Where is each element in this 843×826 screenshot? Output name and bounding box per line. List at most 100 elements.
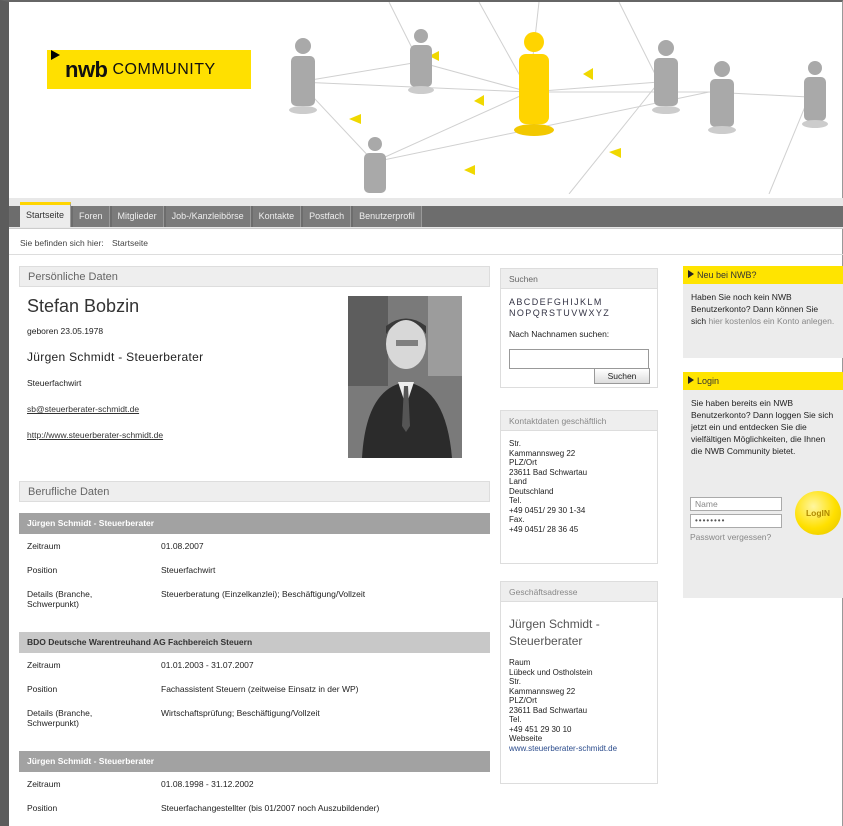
job-entry-row: Position Steuerfachangestellter (bis 01/2…: [19, 796, 490, 820]
new-user-box: Neu bei NWB? Haben Sie noch kein NWB Ben…: [683, 266, 843, 358]
contact-line: 23611 Bad Schwartau: [509, 467, 588, 477]
job-field-value: Fachassistent Steuern (zeitweise Einsatz…: [161, 684, 359, 694]
portrait-image: [348, 296, 462, 458]
job-entry-row: Details (Branche, Schwerpunkt) Steuerbera…: [19, 582, 490, 620]
job-field-label: Position: [27, 565, 58, 575]
contact-line: PLZ/Ort: [509, 458, 538, 467]
login-heading: Login: [683, 372, 843, 390]
contact-line: Fax.: [509, 515, 525, 524]
site-header: nwb COMMUNITY: [9, 2, 842, 194]
business-website-link[interactable]: www.steuerberater-schmidt.de: [509, 744, 617, 753]
job-field-label: Zeitraum: [27, 779, 61, 789]
logo-community-text: COMMUNITY: [112, 60, 216, 78]
address-line: +49 451 29 30 10: [509, 724, 572, 734]
job-field-value: Steuerberatung (Einzelkanzlei); Beschäft…: [161, 589, 366, 599]
nwb-logo[interactable]: nwb COMMUNITY: [47, 50, 251, 89]
job-field-label: Details (Branche, Schwerpunkt): [27, 708, 93, 728]
address-line: Str.: [509, 677, 522, 686]
contact-line: +49 0451/ 29 30 1-34: [509, 505, 586, 515]
address-line: Raum: [509, 658, 531, 667]
profile-photo: [348, 296, 462, 458]
surname-search-label: Nach Nachnamen suchen:: [509, 329, 610, 339]
email-link[interactable]: sb@steuerberater-schmidt.de: [27, 404, 139, 414]
job-field-label: Zeitraum: [27, 541, 61, 551]
professional-data-heading: Berufliche Daten: [19, 481, 490, 502]
job-entries: Jürgen Schmidt - Steuerberater Zeitraum 01…: [19, 513, 490, 820]
contact-line: Tel.: [509, 496, 522, 505]
contact-line: Land: [509, 477, 527, 486]
job-title: Steuerfachwirt: [27, 378, 82, 388]
forgot-password-link[interactable]: Passwort vergessen?: [690, 532, 771, 542]
address-line: PLZ/Ort: [509, 696, 538, 705]
job-entry-row: Zeitraum 01.08.1998 - 31.12.2002: [19, 772, 490, 796]
address-line: Tel.: [509, 715, 522, 724]
new-user-heading: Neu bei NWB?: [683, 266, 843, 284]
business-address-panel: Geschäftsadresse Jürgen Schmidt - Steuer…: [500, 581, 658, 784]
alphabet-index[interactable]: ABCDEFGHIJKLM NOPQRSTUVWXYZ: [501, 289, 657, 319]
business-address-details: Raum Lübeck und Ostholstein Str. Kammannswe…: [509, 658, 649, 744]
address-line: 23611 Bad Schwartau: [509, 705, 588, 715]
profile-name: Stefan Bobzin: [27, 296, 140, 316]
job-entry-heading: Jürgen Schmidt - Steuerberater: [19, 513, 490, 534]
professional-data-panel: Berufliche Daten Jürgen Schmidt - Steuer…: [19, 481, 490, 826]
search-heading: Suchen: [501, 269, 657, 289]
job-field-value: 01.08.2007: [161, 541, 204, 551]
business-contact-panel: Kontaktdaten geschäftlich Str. Kammannswe…: [500, 410, 658, 564]
alphabet-row-2[interactable]: NOPQRSTUVWXYZ: [509, 308, 657, 319]
job-entry-heading: Jürgen Schmidt - Steuerberater: [19, 751, 490, 772]
job-field-label: Zeitraum: [27, 660, 61, 670]
website-link[interactable]: http://www.steuerberater-schmidt.de: [27, 430, 163, 440]
company-name: Jürgen Schmidt - Steuerberater: [27, 350, 204, 364]
surname-search-input[interactable]: [509, 349, 649, 369]
alphabet-row-1[interactable]: ABCDEFGHIJKLM: [509, 297, 657, 308]
job-entry-row: Zeitraum 01.01.2003 - 31.07.2007: [19, 653, 490, 677]
job-entry-row: Details (Branche, Schwerpunkt) Wirtschaft…: [19, 701, 490, 739]
tab-foren[interactable]: Foren: [73, 206, 110, 227]
nav-tabs: Startseite Foren Mitglieder Job-/Kanzleibör…: [20, 202, 422, 227]
tab-kontakte[interactable]: Kontakte: [252, 206, 302, 227]
personal-data-heading: Persönliche Daten: [19, 266, 490, 287]
job-field-label: Details (Branche, Schwerpunkt): [27, 589, 93, 609]
address-line: Webseite: [509, 734, 543, 743]
address-line: Lübeck und Ostholstein: [509, 667, 593, 677]
person-figures: [289, 29, 828, 193]
username-input[interactable]: Name: [690, 497, 782, 511]
job-field-value: Steuerfachwirt: [161, 565, 216, 575]
contact-line: Deutschland: [509, 486, 554, 496]
contact-line: Str.: [509, 439, 522, 448]
register-link[interactable]: hier kostenlos ein Konto anlegen.: [709, 316, 835, 326]
breadcrumb-current[interactable]: Startseite: [112, 238, 148, 248]
job-field-value: 01.01.2003 - 31.07.2007: [161, 660, 254, 670]
job-field-value: 01.08.1998 - 31.12.2002: [161, 779, 254, 789]
password-input[interactable]: ••••••••: [690, 514, 782, 528]
tab-benutzerprofil[interactable]: Benutzerprofil: [353, 206, 422, 227]
job-field-label: Position: [27, 803, 58, 813]
login-box: Login Sie haben bereits ein NWB Benutzer…: [683, 372, 843, 598]
job-field-value: Steuerfachangestellter (bis 01/2007 noch…: [161, 803, 380, 813]
breadcrumb-divider: [9, 254, 843, 255]
logo-bold-text: nwb: [65, 56, 108, 82]
login-text: Sie haben bereits ein NWB Benutzerkonto?…: [691, 398, 834, 456]
job-entry-row: Position Steuerfachwirt: [19, 558, 490, 582]
job-entry-row: Zeitraum 01.08.2007: [19, 534, 490, 558]
job-field-value: Wirtschaftsprüfung; Beschäftigung/Vollze…: [161, 708, 320, 718]
business-name: Jürgen Schmidt - Steuerberater: [509, 617, 600, 648]
tab-mitglieder[interactable]: Mitglieder: [111, 206, 164, 227]
network-illustration: [289, 2, 828, 194]
tab-startseite[interactable]: Startseite: [20, 202, 72, 227]
search-button[interactable]: Suchen: [594, 368, 650, 384]
breadcrumb-label: Sie befinden sich hier:: [20, 238, 104, 248]
address-line: Kammannsweg 22: [509, 686, 576, 696]
contact-line: +49 0451/ 28 36 45: [509, 524, 579, 534]
job-entry-row: Position Fachassistent Steuern (zeitweise…: [19, 677, 490, 701]
tab-postfach[interactable]: Postfach: [303, 206, 352, 227]
job-entry-heading: BDO Deutsche Warentreuhand AG Fachbereic…: [19, 632, 490, 653]
tab-job-kanzleibörse[interactable]: Job-/Kanzleibörse: [165, 206, 251, 227]
business-address-heading: Geschäftsadresse: [501, 582, 657, 602]
search-panel: Suchen ABCDEFGHIJKLM NOPQRSTUVWXYZ Nach …: [500, 268, 658, 388]
business-contact-heading: Kontaktdaten geschäftlich: [501, 411, 657, 431]
birth-date: geboren 23.05.1978: [27, 326, 104, 336]
main-navigation: Startseite Foren Mitglieder Job-/Kanzleibör…: [9, 198, 843, 229]
logo-triangle-icon: [51, 50, 60, 60]
login-button[interactable]: LogIN: [795, 491, 841, 535]
